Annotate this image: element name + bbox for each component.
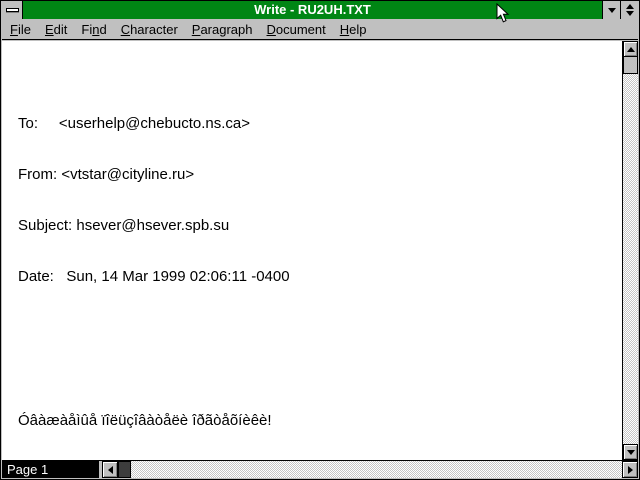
menu-item-document[interactable]: Document xyxy=(260,22,333,37)
body-line: Óâàæàåìûå ïîëüçîâàòåëè îðãòåõíèêè! xyxy=(18,412,624,429)
scroll-down-button[interactable] xyxy=(623,444,638,460)
header-line-from: From: <vtstar@cityline.ru> xyxy=(18,166,624,183)
restore-button[interactable] xyxy=(620,1,638,19)
menu-item-edit[interactable]: Edit xyxy=(38,22,74,37)
minimize-button[interactable] xyxy=(602,1,620,19)
minimize-icon xyxy=(608,8,616,13)
scroll-right-icon xyxy=(628,466,633,474)
header-line-date: Date: Sun, 14 Mar 1999 02:06:11 -0400 xyxy=(18,268,624,285)
scroll-right-button[interactable] xyxy=(622,461,638,478)
title-bar[interactable]: Write - RU2UH.TXT xyxy=(2,1,638,19)
menu-item-file[interactable]: File xyxy=(3,22,38,37)
vertical-scroll-track[interactable] xyxy=(623,74,638,444)
scroll-down-icon xyxy=(627,450,635,455)
menu-item-help[interactable]: Help xyxy=(333,22,374,37)
menu-item-paragraph[interactable]: Paragraph xyxy=(185,22,260,37)
horizontal-scroll-track[interactable] xyxy=(131,461,622,478)
status-bar: Page 1 xyxy=(2,460,638,478)
write-window: Write - RU2UH.TXT File Edit Find Charact… xyxy=(0,0,640,480)
restore-up-icon xyxy=(626,4,634,9)
menu-item-find[interactable]: Find xyxy=(74,22,113,37)
page-indicator: Page 1 xyxy=(2,461,99,478)
document-area[interactable]: To: <userhelp@chebucto.ns.ca> From: <vts… xyxy=(2,41,624,460)
control-menu-icon xyxy=(6,8,19,12)
scroll-left-button[interactable] xyxy=(102,461,118,478)
vertical-scroll-thumb[interactable] xyxy=(623,57,638,74)
scroll-left-icon xyxy=(108,466,113,474)
horizontal-scroll-thumb[interactable] xyxy=(118,461,131,478)
horizontal-scrollbar xyxy=(102,461,638,478)
vertical-scrollbar xyxy=(622,41,638,460)
menu-bar: File Edit Find Character Paragraph Docum… xyxy=(2,20,638,40)
scroll-up-button[interactable] xyxy=(623,41,638,57)
window-title: Write - RU2UH.TXT xyxy=(23,1,602,19)
restore-down-icon xyxy=(626,11,634,16)
menu-item-character[interactable]: Character xyxy=(114,22,185,37)
control-menu-button[interactable] xyxy=(2,1,23,19)
scroll-up-icon xyxy=(627,47,635,52)
header-line-to: To: <userhelp@chebucto.ns.ca> xyxy=(18,115,624,132)
header-line-subject: Subject: hsever@hsever.spb.su xyxy=(18,217,624,234)
